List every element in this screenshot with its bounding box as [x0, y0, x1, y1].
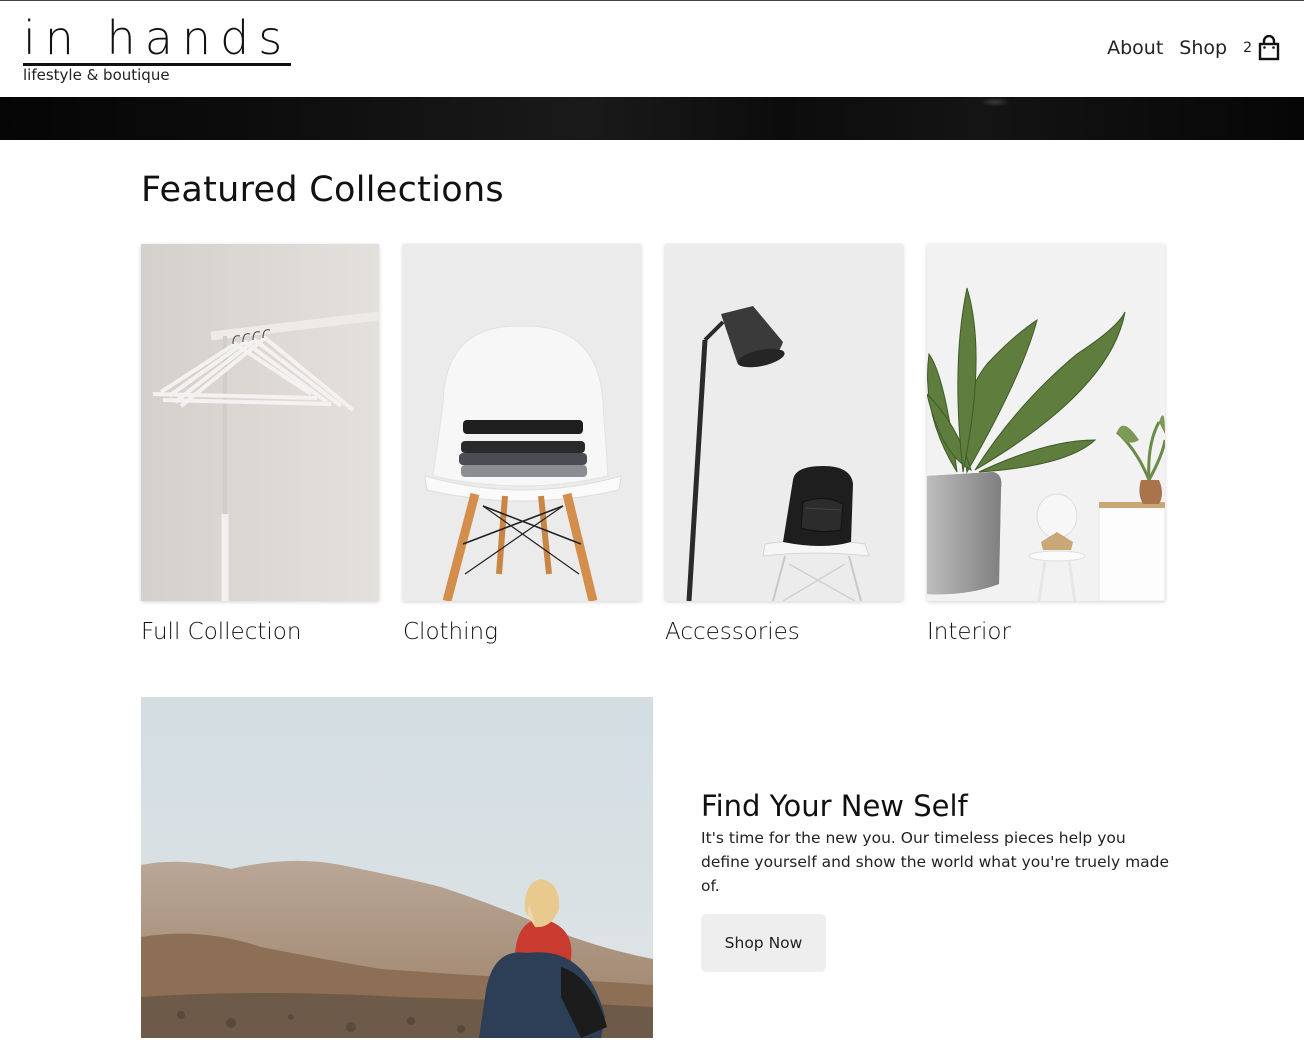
featured-title: Featured Collections: [141, 170, 504, 210]
nav-shop-link[interactable]: Shop: [1179, 35, 1227, 61]
collection-label: Clothing: [403, 619, 498, 645]
collection-label: Accessories: [665, 619, 800, 645]
hero-banner-image: [0, 97, 1304, 140]
cart-button[interactable]: 2: [1243, 35, 1280, 61]
logo-link[interactable]: in hands lifestyle & boutique: [23, 11, 292, 84]
collection-card-interior[interactable]: Interior: [927, 244, 1165, 645]
chair-clothes-image: [403, 244, 641, 601]
collection-card-full[interactable]: Full Collection: [141, 244, 379, 645]
collection-label: Full Collection: [141, 619, 302, 645]
hangers-image: [141, 244, 379, 601]
promo-image: [141, 697, 653, 1038]
promo-text: Find Your New Self It's time for the new…: [701, 788, 1171, 972]
collection-card-accessories[interactable]: Accessories: [665, 244, 903, 645]
site-header: in hands lifestyle & boutique About Shop…: [0, 1, 1304, 97]
shopping-bag-icon: [1258, 35, 1280, 61]
lamp-backpack-image: [665, 244, 903, 601]
plants-image: [927, 244, 1165, 601]
collection-label: Interior: [927, 619, 1011, 645]
shop-now-button[interactable]: Shop Now: [701, 914, 826, 972]
nav-about-link[interactable]: About: [1107, 35, 1163, 61]
collections-grid: Full Collection Clothing Accessories Int…: [141, 244, 1165, 664]
main-nav: About Shop 2: [1091, 35, 1280, 61]
collection-card-clothing[interactable]: Clothing: [403, 244, 641, 645]
logo-tagline: lifestyle & boutique: [23, 66, 170, 84]
cart-count: 2: [1243, 40, 1252, 56]
logo-title: in hands: [23, 11, 292, 66]
promo-body: It's time for the new you. Our timeless …: [701, 829, 1170, 895]
promo-title: Find Your New Self: [701, 789, 968, 823]
